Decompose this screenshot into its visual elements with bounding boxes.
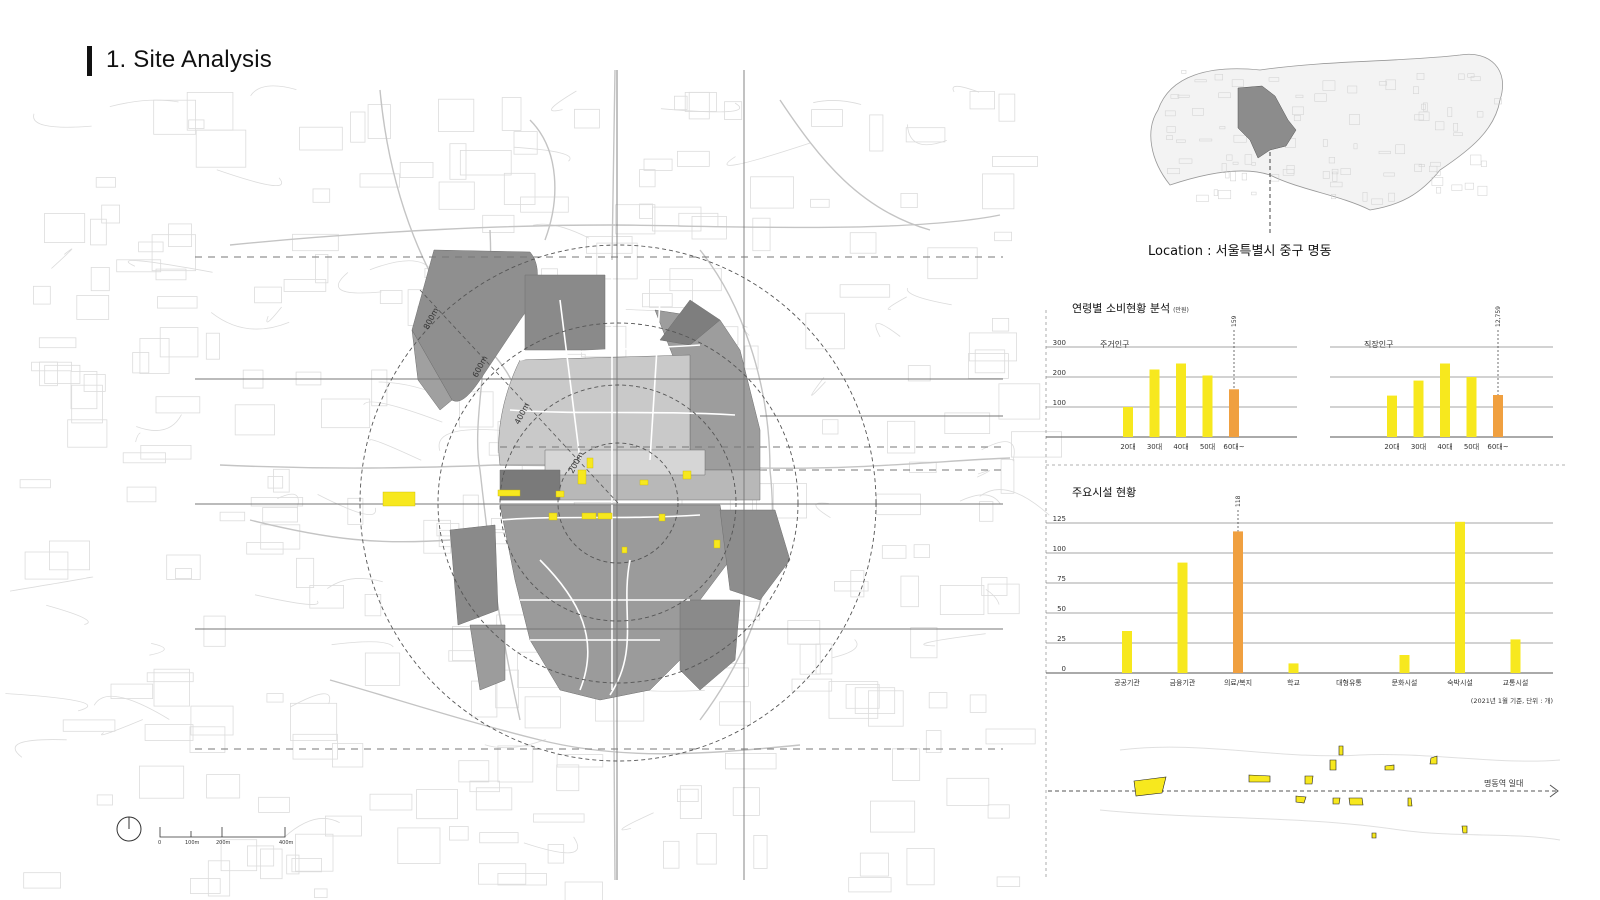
facility-parcel bbox=[713, 539, 721, 549]
y-tick-label: 300 bbox=[1053, 339, 1066, 347]
district-block bbox=[719, 509, 791, 601]
strip-facility bbox=[1332, 797, 1341, 805]
facility-parcel bbox=[497, 489, 521, 497]
facility-parcel bbox=[682, 470, 692, 480]
scale-tick-200m: 200m bbox=[216, 840, 231, 846]
facility-parcel bbox=[621, 546, 628, 554]
scale-bar bbox=[159, 827, 286, 838]
y-tick-label: 100 bbox=[1053, 545, 1066, 553]
bar bbox=[1510, 639, 1521, 673]
category-label: 대형유통 bbox=[1336, 679, 1362, 687]
facility-parcel bbox=[555, 490, 565, 498]
strip-facility bbox=[1384, 764, 1395, 771]
bar bbox=[1466, 377, 1477, 437]
y-tick-label: 125 bbox=[1053, 515, 1066, 523]
age-consumption-title-text: 연령별 소비현황 분석 bbox=[1072, 302, 1171, 315]
category-label: 50대 bbox=[1464, 443, 1479, 451]
district-block bbox=[679, 599, 741, 691]
facility-parcel bbox=[639, 479, 649, 486]
location-label: Location : 서울특별시 중구 명동 bbox=[1148, 244, 1332, 259]
chart-subtitle: 주거인구 bbox=[1100, 339, 1129, 349]
facility-title: 주요시설 현황 bbox=[1072, 486, 1137, 499]
highlight-value-label: 12,759 bbox=[1495, 306, 1502, 327]
bar bbox=[1413, 380, 1424, 437]
y-tick-label: 200 bbox=[1053, 369, 1066, 377]
facility-parcel bbox=[577, 469, 587, 485]
y-tick-label: 100 bbox=[1053, 399, 1066, 407]
age-consumption-unit: (만원) bbox=[1173, 307, 1189, 314]
strip-facility bbox=[1329, 759, 1337, 771]
bar bbox=[1202, 375, 1213, 437]
strip-facility bbox=[1407, 797, 1413, 807]
district-block bbox=[469, 624, 506, 691]
facility-parcel bbox=[586, 457, 594, 469]
chart-footnote: (2021년 1월 기준, 단위 : 개) bbox=[1471, 696, 1553, 705]
y-tick-label: 75 bbox=[1057, 575, 1066, 583]
category-label: 교통시설 bbox=[1503, 679, 1529, 687]
strip-facility bbox=[1304, 775, 1314, 785]
chart-subtitle: 직장인구 bbox=[1364, 339, 1393, 349]
bar bbox=[1149, 369, 1160, 437]
district-blocks bbox=[411, 249, 791, 701]
category-label: 60대~ bbox=[1487, 443, 1508, 451]
category-label: 40대 bbox=[1437, 443, 1452, 451]
strip-facility bbox=[1338, 745, 1344, 756]
category-label: 20대 bbox=[1384, 443, 1399, 451]
y-tick-label: 25 bbox=[1057, 635, 1066, 643]
bar bbox=[1399, 655, 1410, 673]
bar bbox=[1229, 389, 1239, 437]
strip-facility bbox=[1461, 825, 1468, 834]
category-label: 20대 bbox=[1120, 443, 1135, 451]
panel-dividers bbox=[1045, 310, 1565, 880]
category-label: 금융기관 bbox=[1170, 678, 1196, 687]
strip-facility bbox=[1133, 776, 1167, 797]
category-label: 30대 bbox=[1411, 443, 1426, 451]
bottom-strip: 명동역 일대 bbox=[1048, 745, 1561, 841]
bar bbox=[1122, 631, 1132, 673]
facility-parcel bbox=[581, 512, 597, 520]
category-label: 공공기관 bbox=[1114, 678, 1140, 687]
bar bbox=[1440, 363, 1450, 437]
bar bbox=[1123, 407, 1133, 437]
category-label: 숙박시설 bbox=[1447, 678, 1473, 687]
bar bbox=[1387, 395, 1397, 437]
north-arrow-icon bbox=[116, 816, 142, 842]
site-diagram: 800m 600m 400m 200m 0 100m 200m 400m 300… bbox=[5, 53, 1565, 900]
bar bbox=[1455, 521, 1465, 673]
facility-parcel bbox=[548, 512, 558, 521]
category-label: 60대~ bbox=[1223, 443, 1244, 451]
scale-tick-400m: 400m bbox=[279, 840, 294, 846]
bar bbox=[1177, 562, 1188, 673]
facility-parcel bbox=[382, 491, 416, 507]
bar bbox=[1233, 531, 1243, 673]
category-label: 학교 bbox=[1287, 678, 1300, 687]
strip-facility bbox=[1248, 774, 1271, 783]
strip-facility bbox=[1429, 755, 1438, 765]
category-label: 의료/복지 bbox=[1224, 678, 1252, 687]
category-label: 30대 bbox=[1147, 443, 1162, 451]
strip-facility bbox=[1348, 797, 1364, 806]
charts: 300 200 100 주거인구 20대 30대 40대 50대 60대~ 159 직장인구 20대 3… bbox=[1046, 306, 1553, 705]
category-label: 40대 bbox=[1173, 443, 1188, 451]
highlight-value-label: 159 bbox=[1231, 315, 1238, 327]
category-label: 문화시설 bbox=[1392, 679, 1418, 687]
strip-label: 명동역 일대 bbox=[1484, 778, 1523, 788]
facility-parcel bbox=[597, 512, 613, 520]
strip-facility bbox=[1295, 795, 1307, 804]
bar bbox=[1176, 363, 1186, 437]
bar bbox=[1493, 395, 1503, 437]
district-block bbox=[449, 524, 499, 626]
y-tick-label: 0 bbox=[1062, 665, 1066, 673]
scale-tick-0: 0 bbox=[158, 840, 161, 846]
age-consumption-title: 연령별 소비현황 분석 (만원) bbox=[1072, 300, 1189, 316]
strip-facility bbox=[1371, 832, 1377, 839]
key-map bbox=[1150, 53, 1503, 236]
facility-parcel bbox=[658, 513, 666, 522]
y-tick-label: 50 bbox=[1057, 605, 1066, 613]
category-label: 50대 bbox=[1200, 443, 1215, 451]
scale-tick-100m: 100m bbox=[185, 840, 200, 846]
highlight-value-label: 118 bbox=[1235, 495, 1242, 507]
bar bbox=[1288, 663, 1299, 673]
